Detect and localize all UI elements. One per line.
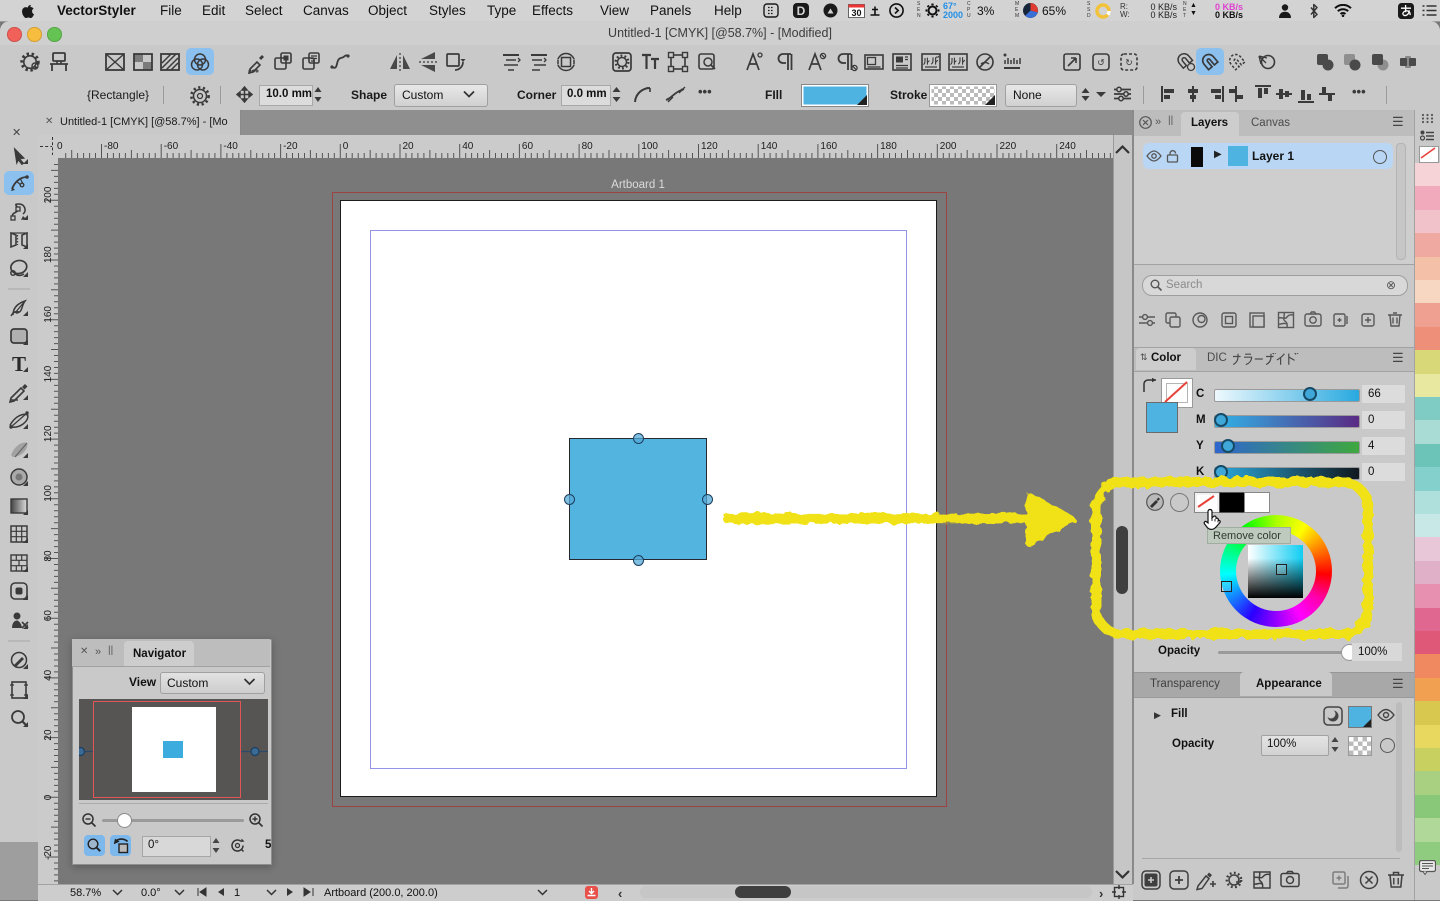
svg-text:20: 20 xyxy=(43,729,54,741)
svg-text:-20: -20 xyxy=(43,845,54,860)
svg-text:D: D xyxy=(797,4,806,18)
svg-text:120: 120 xyxy=(701,141,718,152)
svg-text:-20: -20 xyxy=(283,141,298,152)
svg-text:100: 100 xyxy=(641,141,658,152)
svg-text:20: 20 xyxy=(403,141,415,152)
svg-text:180: 180 xyxy=(880,141,897,152)
svg-text:80: 80 xyxy=(582,141,594,152)
svg-text:↺: ↺ xyxy=(1097,58,1105,68)
svg-text:240: 240 xyxy=(1059,141,1076,152)
svg-text:120: 120 xyxy=(43,425,54,442)
svg-text:140: 140 xyxy=(761,141,778,152)
svg-text:200: 200 xyxy=(940,141,957,152)
svg-text:-60: -60 xyxy=(164,141,179,152)
svg-text:0: 0 xyxy=(343,141,349,152)
svg-text:200: 200 xyxy=(43,186,54,203)
svg-text:30: 30 xyxy=(851,8,861,18)
svg-text:0: 0 xyxy=(43,794,54,800)
svg-text:-80: -80 xyxy=(104,141,119,152)
svg-text:160: 160 xyxy=(43,306,54,323)
svg-text:↻: ↻ xyxy=(1125,58,1133,68)
svg-text:60: 60 xyxy=(522,141,534,152)
svg-text:160: 160 xyxy=(820,141,837,152)
svg-text:180: 180 xyxy=(43,246,54,263)
svg-text:100: 100 xyxy=(43,485,54,502)
svg-text:40: 40 xyxy=(43,669,54,681)
svg-text:140: 140 xyxy=(43,365,54,382)
svg-text:T: T xyxy=(12,352,26,376)
svg-text:0: 0 xyxy=(57,141,63,152)
svg-text:220: 220 xyxy=(1000,141,1017,152)
svg-text:40: 40 xyxy=(462,141,474,152)
svg-text:-40: -40 xyxy=(223,141,238,152)
svg-text:60: 60 xyxy=(43,610,54,622)
svg-text:80: 80 xyxy=(43,550,54,562)
